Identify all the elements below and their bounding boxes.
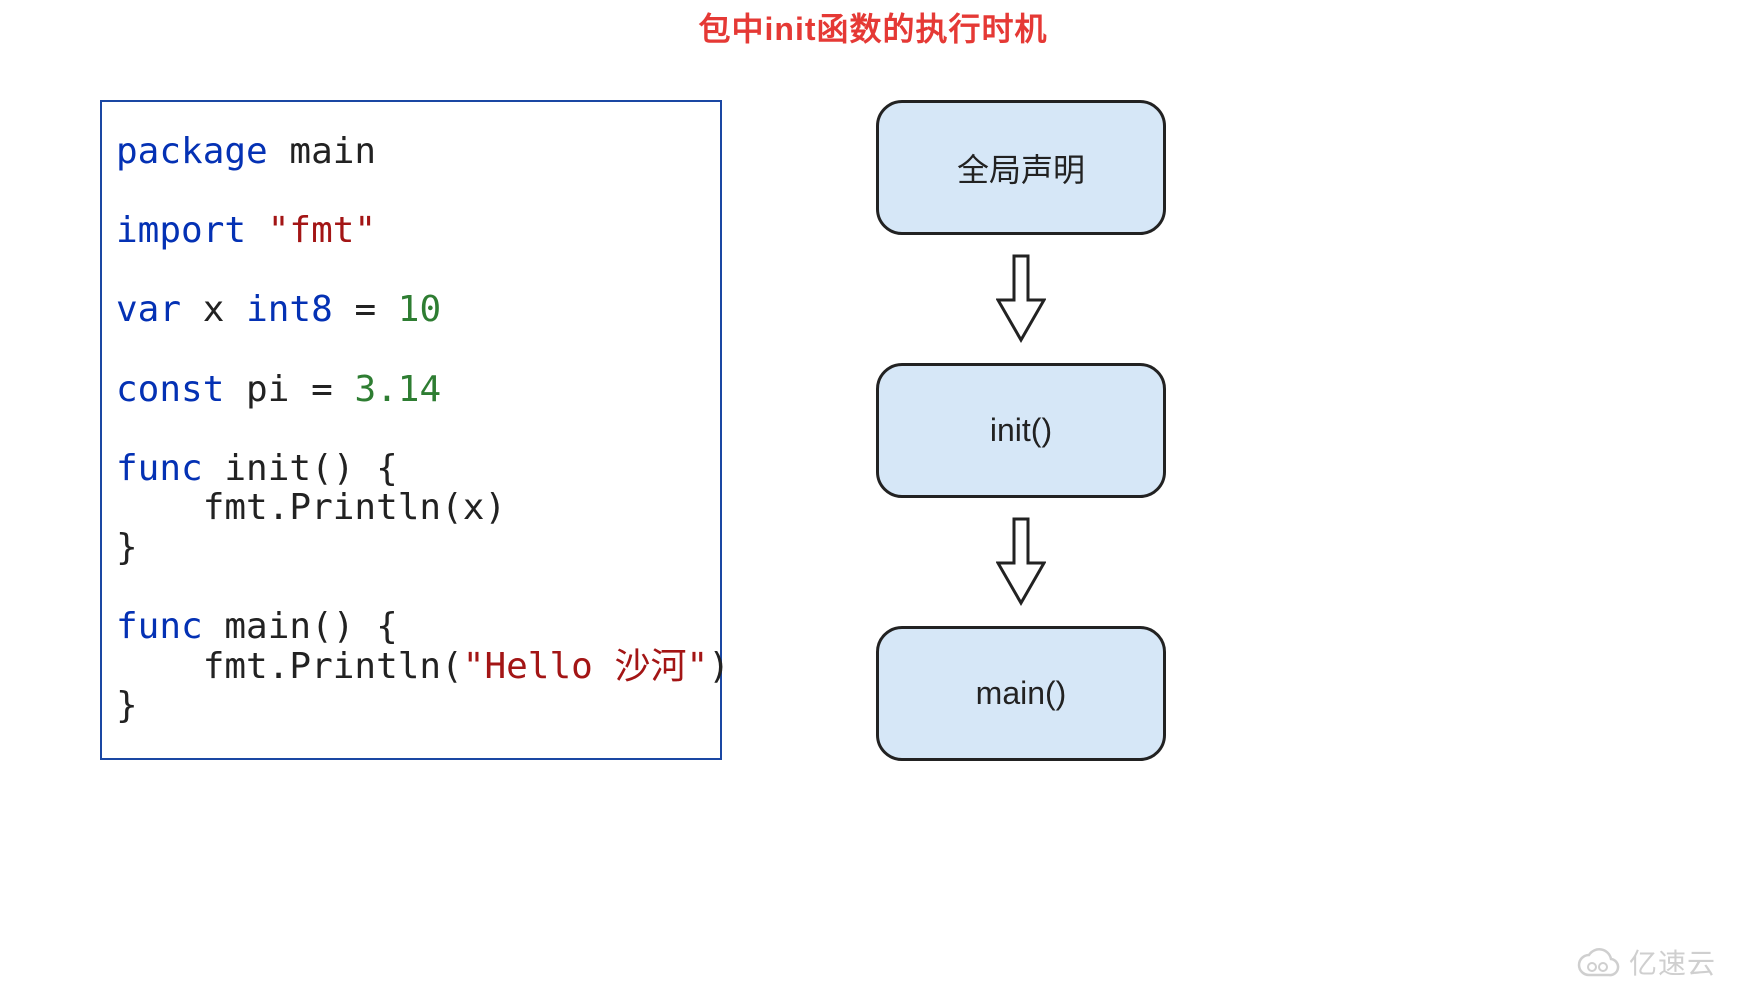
type-int8: int8: [246, 289, 333, 330]
keyword-func: func: [116, 606, 203, 647]
keyword-func: func: [116, 448, 203, 489]
cloud-icon: [1577, 947, 1621, 977]
code-text: }: [116, 527, 138, 568]
keyword-var: var: [116, 289, 181, 330]
watermark: 亿速云: [1577, 942, 1716, 982]
number-literal: 3.14: [354, 369, 441, 410]
flow-step-label: 全局声明: [957, 145, 1085, 191]
code-text: =: [333, 289, 398, 330]
keyword-const: const: [116, 369, 224, 410]
code-text: fmt.Println(x): [116, 487, 506, 528]
flow-step-label: init(): [990, 412, 1052, 449]
code-text: main() {: [203, 606, 398, 647]
flow-arrow: [996, 235, 1046, 363]
flow-step-label: main(): [976, 675, 1067, 712]
code-text: }: [116, 685, 138, 726]
arrow-down-icon: [996, 254, 1046, 344]
code-text: main: [268, 131, 376, 172]
code-text: init() {: [203, 448, 398, 489]
keyword-package: package: [116, 131, 268, 172]
code-text: pi: [224, 369, 311, 410]
diagram-title: 包中init函数的执行时机: [0, 4, 1746, 50]
code-text: fmt.Println(: [116, 646, 463, 687]
flow-step-init: init(): [876, 363, 1166, 498]
watermark-text: 亿速云: [1629, 942, 1716, 982]
arrow-down-icon: [996, 517, 1046, 607]
flow-arrow: [996, 498, 1046, 626]
code-text: =: [311, 369, 354, 410]
number-literal: 10: [398, 289, 441, 330]
string-literal: "fmt": [246, 210, 376, 251]
flow-step-main: main(): [876, 626, 1166, 761]
flow-step-global-decl: 全局声明: [876, 100, 1166, 235]
code-text: x: [181, 289, 246, 330]
code-snippet: package main import "fmt" var x int8 = 1…: [100, 100, 722, 760]
code-text: ): [708, 646, 730, 687]
flowchart: 全局声明 init() main(): [876, 100, 1166, 761]
string-literal: "Hello 沙河": [463, 646, 708, 687]
keyword-import: import: [116, 210, 246, 251]
